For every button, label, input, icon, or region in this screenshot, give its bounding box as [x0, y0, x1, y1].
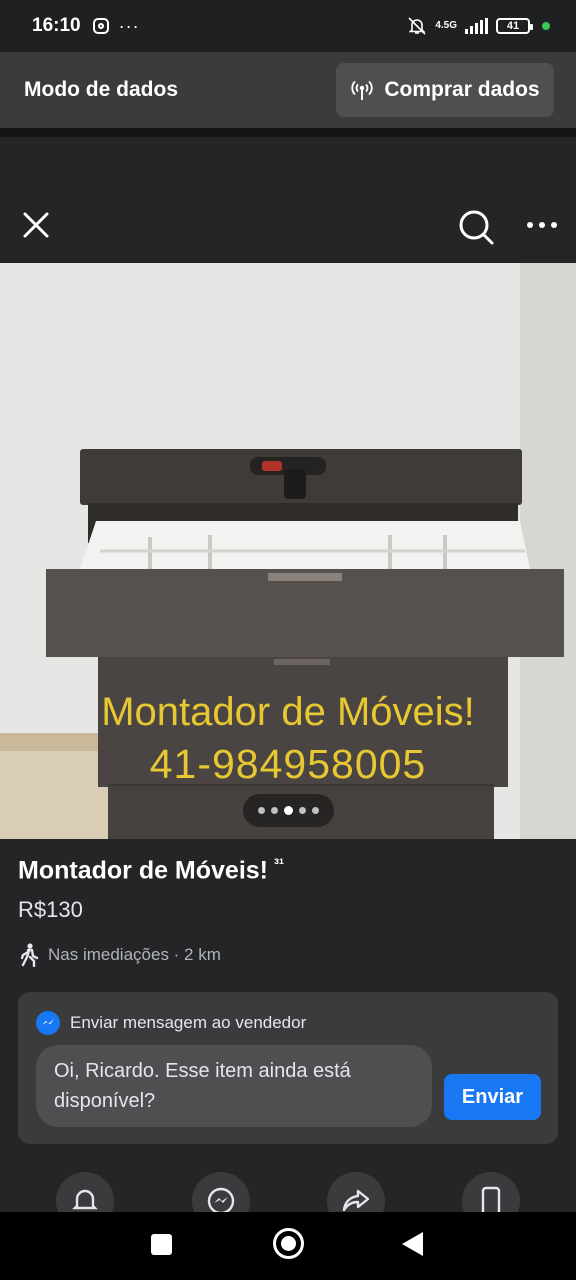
carousel-dot [258, 807, 265, 814]
listing-location: Nas imediações · 2 km [18, 943, 221, 967]
carousel-dot [299, 807, 306, 814]
more-dots-icon: ··· [118, 15, 140, 36]
instagram-icon [92, 18, 109, 34]
data-mode-banner: Modo de dados Comprar dados [0, 52, 576, 128]
signal-icon [465, 18, 488, 34]
status-right: 4.5G 41 [407, 16, 550, 36]
message-seller-title: Enviar mensagem ao vendedor [70, 1013, 307, 1032]
message-button[interactable] [192, 1172, 250, 1212]
alert-button[interactable] [56, 1172, 114, 1212]
listing-title-suffix: ³¹ [274, 856, 285, 873]
data-mode-title: Modo de dados [24, 78, 178, 101]
buy-data-button[interactable]: Comprar dados [336, 63, 554, 117]
home-icon[interactable] [273, 1228, 304, 1259]
system-nav-bar [0, 1212, 576, 1280]
more-icon[interactable] [522, 213, 562, 237]
battery-level: 41 [506, 20, 520, 32]
messenger-icon [207, 1187, 235, 1212]
search-icon[interactable] [456, 207, 496, 247]
share-icon [342, 1189, 370, 1212]
bell-icon [72, 1189, 98, 1210]
status-time: 16:10 [32, 15, 81, 36]
action-row [0, 1172, 576, 1212]
recent-apps-icon[interactable] [151, 1234, 172, 1255]
carousel-indicator[interactable] [243, 794, 334, 827]
back-icon[interactable] [402, 1232, 423, 1256]
messenger-icon [36, 1011, 60, 1035]
photo-overlay-title: Montador de Móveis! [101, 690, 475, 734]
listing-location-text: Nas imediações · 2 km [48, 945, 221, 964]
banner-divider [0, 128, 576, 137]
mute-bell-icon [408, 17, 426, 35]
listing-price: R$130 [18, 897, 83, 922]
status-bar: 16:10 ··· 4.5G 41 [0, 0, 576, 52]
battery-icon: 41 [496, 18, 533, 34]
listing-title-text: Montador de Móveis! [18, 856, 269, 885]
send-button[interactable]: Enviar [444, 1074, 541, 1120]
walking-icon [20, 943, 39, 967]
buy-data-label: Comprar dados [384, 78, 540, 101]
carousel-dot-active [284, 806, 293, 815]
call-button[interactable] [462, 1172, 520, 1212]
carousel-dot [312, 807, 319, 814]
listing-topbar [0, 137, 576, 263]
product-photo[interactable]: Montador de Móveis! 41-984958005 [0, 263, 576, 839]
close-icon[interactable] [18, 207, 54, 243]
message-seller-header: Enviar mensagem ao vendedor [36, 1011, 306, 1035]
phone-icon [481, 1186, 501, 1212]
charging-dot [542, 22, 550, 30]
antenna-icon [351, 80, 374, 100]
photo-overlay-phone: 41-984958005 [149, 741, 427, 787]
network-type: 4.5G [435, 20, 457, 31]
carousel-dot [271, 807, 278, 814]
message-input[interactable]: Oi, Ricardo. Esse item ainda está dispon… [36, 1045, 432, 1127]
message-seller-card: Enviar mensagem ao vendedor Oi, Ricardo.… [18, 992, 558, 1144]
listing-title: Montador de Móveis! ³¹ [18, 856, 284, 885]
share-button[interactable] [327, 1172, 385, 1212]
